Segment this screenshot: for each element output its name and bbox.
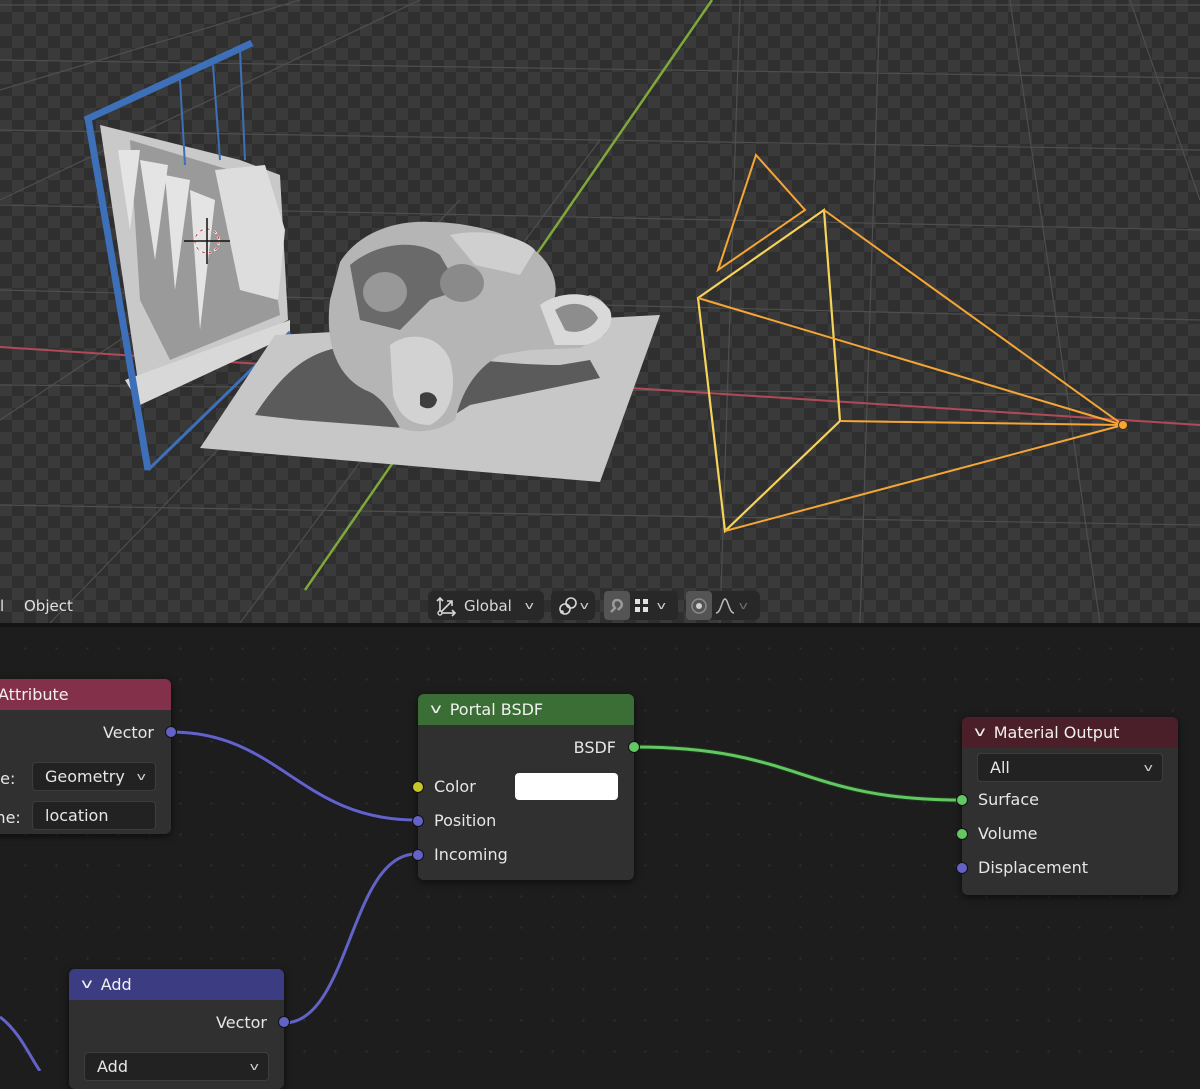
- socket-input-incoming[interactable]: [412, 849, 424, 861]
- transform-orientation-value: Global: [464, 596, 512, 615]
- chevron-down-icon: v: [137, 770, 147, 783]
- socket-input-surface[interactable]: [956, 794, 968, 806]
- target-dropdown[interactable]: All v: [977, 753, 1163, 782]
- 3d-viewport[interactable]: l Object Global v v v v: [0, 0, 1200, 623]
- target-value: All: [990, 758, 1010, 777]
- node-title: Portal BSDF: [449, 700, 544, 719]
- viewport-scene[interactable]: [0, 0, 1200, 623]
- transform-orientation-dropdown[interactable]: Global v: [428, 591, 544, 620]
- attribute-name-input[interactable]: location: [32, 801, 156, 830]
- socket-output-vector[interactable]: [165, 726, 177, 738]
- input-label-surface: Surface: [978, 790, 1039, 809]
- pivot-point-dropdown[interactable]: v: [551, 591, 595, 620]
- socket-input-color[interactable]: [412, 781, 424, 793]
- link-offscreen[interactable]: [0, 1015, 42, 1071]
- snapping-group[interactable]: v: [604, 591, 678, 620]
- link-bsdf-to-surface[interactable]: [633, 745, 962, 802]
- type-value: Geometry: [45, 767, 125, 786]
- input-label-volume: Volume: [978, 824, 1038, 843]
- chevron-down-icon: v: [579, 599, 589, 612]
- transform-axes-icon: [432, 591, 462, 620]
- link-attribute-vector-to-position[interactable]: [170, 730, 417, 822]
- node-attribute[interactable]: Attribute Vector pe: Geometry v me: loca…: [0, 679, 177, 834]
- proportional-editing-icon[interactable]: [686, 591, 712, 620]
- node-header-add[interactable]: v Add: [69, 969, 284, 1000]
- output-label-vector: Vector: [103, 723, 154, 742]
- pivot-point-icon: [555, 591, 581, 620]
- chevron-down-icon: v: [656, 599, 666, 612]
- name-label: me:: [0, 808, 21, 827]
- input-label-color: Color: [434, 777, 476, 796]
- chevron-down-icon: v: [738, 599, 748, 612]
- operation-dropdown[interactable]: Add v: [84, 1052, 269, 1081]
- shader-node-editor[interactable]: Attribute Vector pe: Geometry v me: loca…: [0, 627, 1200, 1089]
- node-vector-math-add[interactable]: v Add Vector Add v: [69, 969, 290, 1089]
- snap-grid-icon[interactable]: [630, 591, 654, 620]
- input-label-displacement: Displacement: [978, 858, 1088, 877]
- chevron-down-icon: v: [1144, 761, 1154, 774]
- node-material-output[interactable]: v Material Output All v Surface Volume D…: [956, 717, 1178, 895]
- node-title: Attribute: [0, 685, 69, 704]
- falloff-curve-icon[interactable]: [712, 591, 738, 620]
- input-label-position: Position: [434, 811, 497, 830]
- node-header-attribute[interactable]: Attribute: [0, 679, 171, 710]
- menu-partial-item[interactable]: l: [0, 597, 4, 615]
- proportional-editing-group[interactable]: v: [686, 591, 760, 620]
- snap-magnet-icon[interactable]: [604, 591, 630, 620]
- socket-input-volume[interactable]: [956, 828, 968, 840]
- node-header-portal-bsdf[interactable]: v Portal BSDF: [418, 694, 634, 725]
- chevron-down-icon: v: [250, 1060, 260, 1073]
- socket-output-bsdf[interactable]: [628, 741, 640, 753]
- operation-value: Add: [97, 1057, 128, 1076]
- type-label: pe:: [0, 769, 16, 788]
- node-title: Add: [100, 975, 132, 994]
- light-origin-point[interactable]: [1118, 420, 1128, 430]
- socket-input-position[interactable]: [412, 815, 424, 827]
- collapse-chevron-icon[interactable]: v: [81, 977, 93, 992]
- type-dropdown[interactable]: Geometry v: [32, 762, 156, 791]
- node-title: Material Output: [993, 723, 1120, 742]
- link-add-vector-to-incoming[interactable]: [283, 852, 417, 1025]
- color-swatch[interactable]: [515, 773, 618, 800]
- socket-output-vector[interactable]: [278, 1016, 290, 1028]
- area-light-object[interactable]: [696, 153, 1128, 534]
- output-label-vector: Vector: [216, 1013, 267, 1032]
- node-header-material-output[interactable]: v Material Output: [962, 717, 1178, 748]
- socket-input-displacement[interactable]: [956, 862, 968, 874]
- collapse-chevron-icon[interactable]: v: [430, 702, 442, 717]
- chevron-down-icon: v: [524, 599, 534, 612]
- output-label-bsdf: BSDF: [573, 738, 616, 757]
- collapse-chevron-icon[interactable]: v: [974, 725, 986, 740]
- node-portal-bsdf[interactable]: v Portal BSDF BSDF Color Position Incomi…: [412, 694, 640, 880]
- input-label-incoming: Incoming: [434, 845, 508, 864]
- attribute-name-value: location: [45, 806, 109, 825]
- menu-object[interactable]: Object: [24, 597, 73, 615]
